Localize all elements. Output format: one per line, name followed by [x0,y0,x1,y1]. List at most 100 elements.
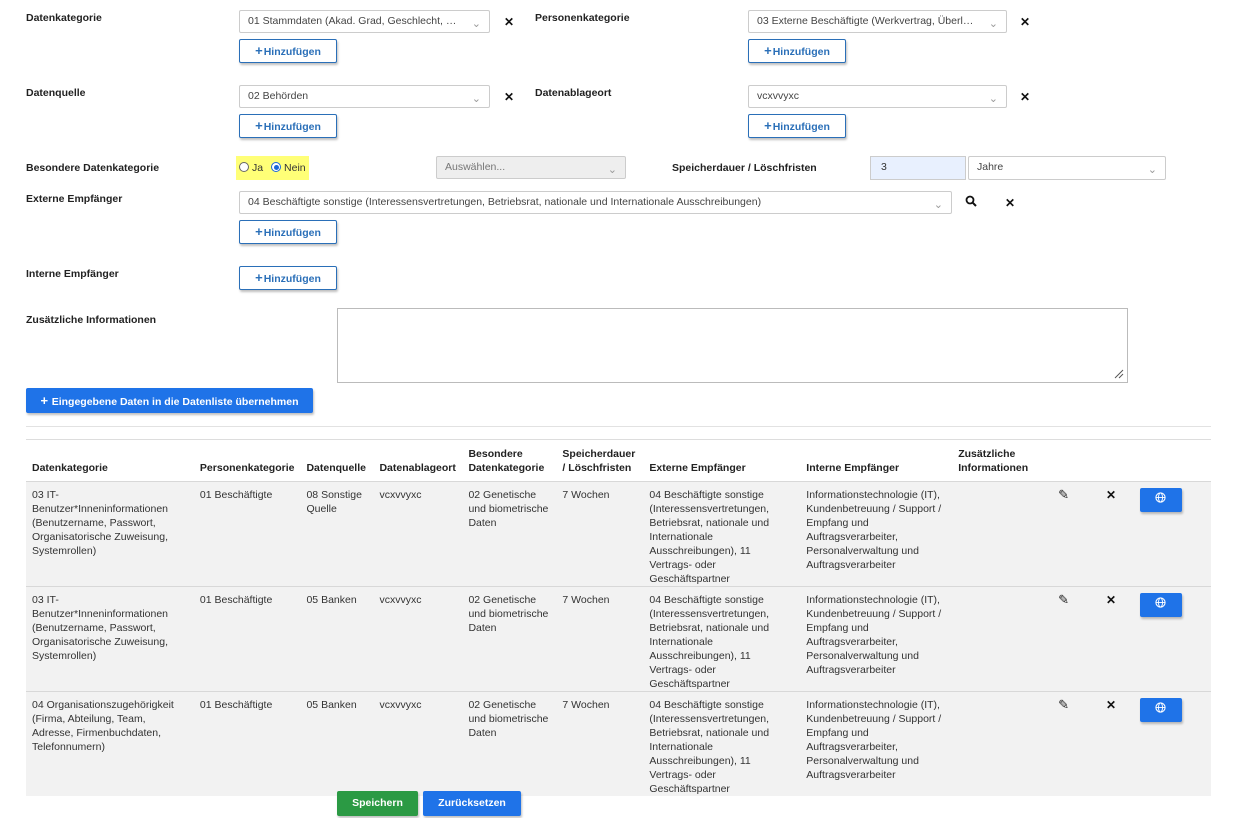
pencil-icon[interactable]: ✎ [1058,698,1069,712]
select-externe[interactable]: 04 Beschäftigte sonstige (Interessensver… [239,191,952,214]
remove-datenquelle-button[interactable]: ✕ [504,91,514,103]
chevron-down-icon: ⌄ [933,199,943,211]
header-zusatz: Zusätzliche Informationen [952,439,1049,482]
cell-datenkategorie: 04 Organisationszugehörigkeit (Firma, Ab… [32,699,174,753]
cell-interne: Informationstechnologie (IT), Kundenbetr… [806,699,942,781]
cell-speicherdauer: 7 Wochen [562,489,610,501]
cell-personenkategorie: 01 Beschäftigte [199,594,273,606]
globe-icon[interactable] [1139,488,1182,512]
remove-datenablageort-button[interactable]: ✕ [1020,91,1030,103]
plus-icon: + [255,224,263,239]
cell-datenquelle: 05 Banken [306,594,357,606]
add-externe-button[interactable]: +Hinzufügen [239,220,337,244]
cell-zusatz [952,587,1048,692]
plus-icon: + [40,393,52,408]
table-row: 04 Organisationszugehörigkeit (Firma, Ab… [26,691,1211,797]
select-datenquelle[interactable]: 02 Behörden ⌄ [239,85,490,108]
plus-icon: + [255,270,263,285]
select-speicherdauer-unit-value: Jahre [977,161,1004,173]
header-datenkategorie: Datenkategorie [26,439,194,482]
label-zusatz: Zusätzliche Informationen [26,314,157,326]
select-externe-value: 04 Beschäftigte sonstige (Interessensver… [248,196,762,208]
radio-ja[interactable]: Ja [239,162,263,174]
header-speicherdauer: Speicherdauer / Löschfristen [556,439,644,482]
add-interne-button[interactable]: +Hinzufügen [239,266,337,290]
cell-externe: 04 Beschäftigte sonstige (Interessensver… [649,699,770,795]
label-datenkategorie: Datenkategorie [26,12,102,24]
header-datenablageort: Datenablageort [373,439,463,482]
header-interne: Interne Empfänger [800,439,953,482]
cell-besondere: 02 Genetische und biometrische Daten [468,594,549,634]
select-datenablageort-value: vcxvvyxc [757,90,799,102]
label-externe: Externe Empfänger [26,193,123,205]
label-besondere: Besondere Datenkategorie [26,162,160,174]
close-icon[interactable]: ✕ [1106,698,1116,712]
header-personenkategorie: Personenkategorie [193,439,301,482]
select-datenquelle-value: 02 Behörden [248,90,309,102]
remove-datenkategorie-button[interactable]: ✕ [504,16,514,28]
radio-ja-circle[interactable] [239,162,249,172]
cell-zusatz [952,692,1048,797]
cell-datenablageort: vcxvvyxc [379,699,422,711]
cell-interne: Informationstechnologie (IT), Kundenbetr… [806,594,942,676]
select-personenkategorie-value: 03 Externe Beschäftigte (Werkvertrag, Üb… [757,15,988,27]
add-datenquelle-button[interactable]: +Hinzufügen [239,114,337,138]
select-datenkategorie[interactable]: 01 Stammdaten (Akad. Grad, Geschlecht, V… [239,10,490,33]
resize-handle-icon[interactable] [1114,369,1124,379]
cell-speicherdauer: 7 Wochen [562,699,610,711]
table-header-row: Datenkategorie Personenkategorie Datenqu… [26,439,1211,482]
chevron-down-icon: ⌄ [1147,164,1157,176]
add-label: Hinzufügen [263,227,321,239]
header-besondere: Besondere Datenkategorie [462,439,557,482]
select-besondere-placeholder: Auswählen... [445,161,506,173]
add-datenablageort-button[interactable]: +Hinzufügen [748,114,846,138]
table-row: 03 IT-Benutzer*Inneninformationen (Benut… [26,586,1211,692]
radio-nein-circle[interactable] [271,162,282,172]
label-datenquelle: Datenquelle [26,87,86,99]
cell-datenkategorie: 03 IT-Benutzer*Inneninformationen (Benut… [32,594,169,662]
select-speicherdauer-unit[interactable]: Jahre ⌄ [968,156,1166,180]
globe-icon[interactable] [1139,698,1182,722]
chevron-down-icon: ⌄ [607,164,617,176]
label-interne: Interne Empfänger [26,268,119,280]
save-button[interactable]: Speichern [337,791,418,816]
pencil-icon[interactable]: ✎ [1058,593,1069,607]
remove-externe-button[interactable]: ✕ [1005,197,1015,209]
header-datenquelle: Datenquelle [300,439,374,482]
plus-icon: + [764,118,772,133]
add-personenkategorie-button[interactable]: +Hinzufügen [748,39,846,63]
plus-icon: + [255,43,263,58]
cell-speicherdauer: 7 Wochen [562,594,610,606]
reset-button[interactable]: Zurücksetzen [423,791,521,816]
header-externe: Externe Empfänger [643,439,801,482]
select-datenkategorie-value: 01 Stammdaten (Akad. Grad, Geschlecht, V… [248,15,470,27]
add-label: Hinzufügen [263,121,321,133]
add-label: Hinzufügen [263,273,321,285]
cell-personenkategorie: 01 Beschäftigte [199,489,273,501]
add-datenkategorie-button[interactable]: +Hinzufügen [239,39,337,63]
select-personenkategorie[interactable]: 03 Externe Beschäftigte (Werkvertrag, Üb… [748,10,1007,33]
besondere-radio-group: Ja Nein [236,156,309,180]
data-table: Datenkategorie Personenkategorie Datenqu… [26,439,1211,796]
globe-icon[interactable] [1139,593,1182,617]
chevron-down-icon: ⌄ [988,18,998,30]
cell-zusatz [952,482,1048,587]
remove-personenkategorie-button[interactable]: ✕ [1020,16,1030,28]
add-label: Hinzufügen [263,46,321,58]
header-edit [1048,439,1101,482]
pencil-icon[interactable]: ✎ [1058,488,1069,502]
cell-externe: 04 Beschäftigte sonstige (Interessensver… [649,594,770,690]
plus-icon: + [255,118,263,133]
submit-to-list-label: Eingegebene Daten in die Datenliste über… [51,396,299,408]
search-icon[interactable] [965,195,977,210]
speicherdauer-input[interactable]: 3 [870,156,966,180]
cell-besondere: 02 Genetische und biometrische Daten [468,699,549,739]
zusatz-textarea[interactable] [337,308,1128,383]
close-icon[interactable]: ✕ [1106,488,1116,502]
cell-externe: 04 Beschäftigte sonstige (Interessensver… [649,489,770,585]
radio-nein-label: Nein [284,162,306,174]
select-datenablageort[interactable]: vcxvvyxc ⌄ [748,85,1007,108]
radio-nein[interactable]: Nein [271,162,306,174]
submit-to-list-button[interactable]: + Eingegebene Daten in die Datenliste üb… [26,388,313,413]
close-icon[interactable]: ✕ [1106,593,1116,607]
